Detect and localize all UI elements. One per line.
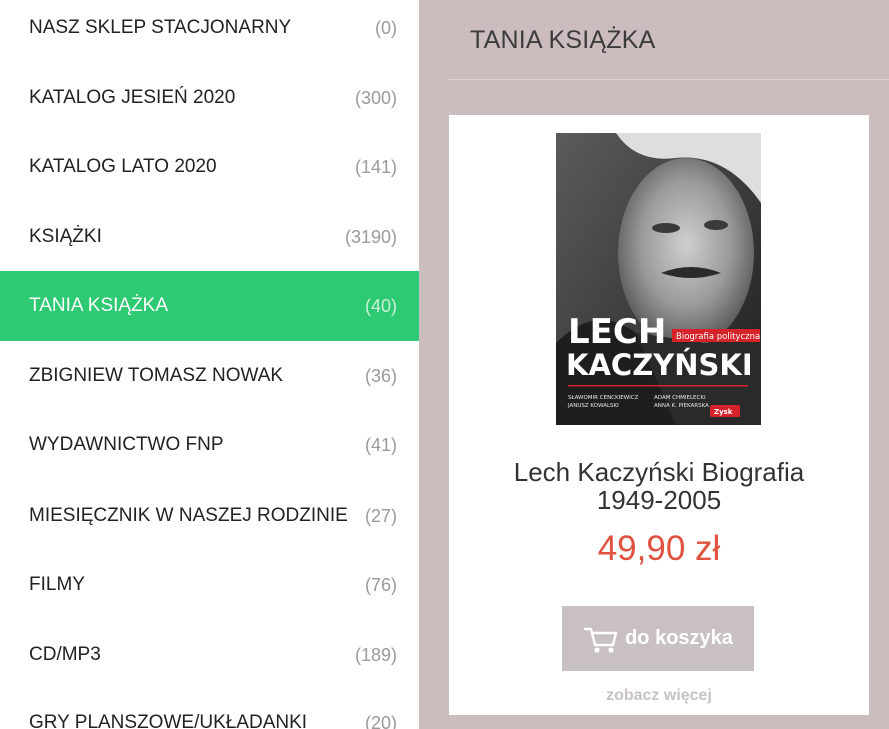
product-card: LECH Biografia polityczna KACZYŃSKI SŁAW… [449,115,869,715]
category-count: (189) [354,644,397,665]
product-name-line2: 1949-2005 [596,485,722,515]
category-label: WYDAWNICTWO FNP [29,434,224,455]
category-item-katalog-lato-2020[interactable]: KATALOG LATO 2020 (141) [0,132,419,202]
cover-subtitle: Biografia polityczna [676,332,760,342]
category-label: KSIĄŻKI [29,226,102,247]
category-label: GRY PLANSZOWE/UKŁADANKI [29,712,308,729]
cover-author-3: ADAM CHMIELECKI [654,395,706,401]
product-name-link[interactable]: Lech Kaczyński Biografia 1949-2005 [449,458,869,514]
add-to-cart-button[interactable]: do koszyka [562,606,754,671]
category-item-cd-mp3[interactable]: CD/MP3 (189) [0,620,419,690]
category-item-wydawnictwo-fnp[interactable]: WYDAWNICTWO FNP (41) [0,410,419,480]
category-item-gry-planszowe[interactable]: GRY PLANSZOWE/UKŁADANKI (20) [0,688,419,729]
category-label: FILMY [29,574,85,595]
cover-author-1: SŁAWOMIR CENCKIEWICZ [568,395,639,401]
page-title: TANIA KSIĄŻKA [470,26,656,54]
cart-icon [583,623,619,655]
main-panel: TANIA KSIĄŻKA LECH Biografia polityczna … [419,0,889,729]
category-count: (41) [364,434,397,455]
category-label: NASZ SKLEP STACJONARNY [29,17,292,38]
cover-author-2: JANUSZ KOWALSKI [567,403,619,409]
category-count: (3190) [344,226,397,247]
category-item-zbigniew-tomasz-nowak[interactable]: ZBIGNIEW TOMASZ NOWAK (36) [0,341,419,411]
category-item-miesiecznik[interactable]: MIESIĘCZNIK W NASZEJ RODZINIE (27) [0,481,419,551]
category-label: ZBIGNIEW TOMASZ NOWAK [29,365,284,386]
category-label: MIESIĘCZNIK W NASZEJ RODZINIE [29,505,348,526]
category-label: KATALOG LATO 2020 [29,156,217,177]
category-sidebar: NASZ SKLEP STACJONARNY (0) KATALOG JESIE… [0,0,419,729]
cover-rule [568,385,748,387]
category-count: (27) [364,505,397,526]
category-item-tania-ksiazka[interactable]: TANIA KSIĄŻKA (40) [0,271,419,341]
category-label: CD/MP3 [29,644,101,665]
category-header: TANIA KSIĄŻKA [449,0,889,80]
category-count: (141) [354,156,397,177]
category-item-filmy[interactable]: FILMY (76) [0,550,419,620]
category-item-ksiazki[interactable]: KSIĄŻKI (3190) [0,202,419,272]
category-label: TANIA KSIĄŻKA [29,295,169,316]
cover-title-line2: KACZYŃSKI [566,348,753,382]
publisher-logo-text: Zysk [714,408,733,416]
product-price: 49,90 zł [597,529,721,568]
category-item-katalog-jesien-2020[interactable]: KATALOG JESIEŃ 2020 (300) [0,63,419,133]
add-to-cart-label: do koszyka [625,627,733,649]
category-count: (300) [354,87,397,108]
category-count: (20) [364,712,397,729]
see-more-link[interactable]: zobacz więcej [449,687,869,705]
cover-title-line1: LECH [568,312,666,352]
cover-author-4: ANNA K. PIEKARSKA [654,403,709,409]
category-count: (40) [364,295,397,316]
category-count: (36) [364,365,397,386]
category-count: (76) [364,574,397,595]
category-item-nasz-sklep-stacjonarny[interactable]: NASZ SKLEP STACJONARNY (0) [0,0,419,63]
category-label: KATALOG JESIEŃ 2020 [29,87,236,108]
product-name-line1: Lech Kaczyński Biografia [513,457,805,487]
book-cover-image[interactable]: LECH Biografia polityczna KACZYŃSKI SŁAW… [556,133,761,425]
category-count: (0) [375,17,397,38]
